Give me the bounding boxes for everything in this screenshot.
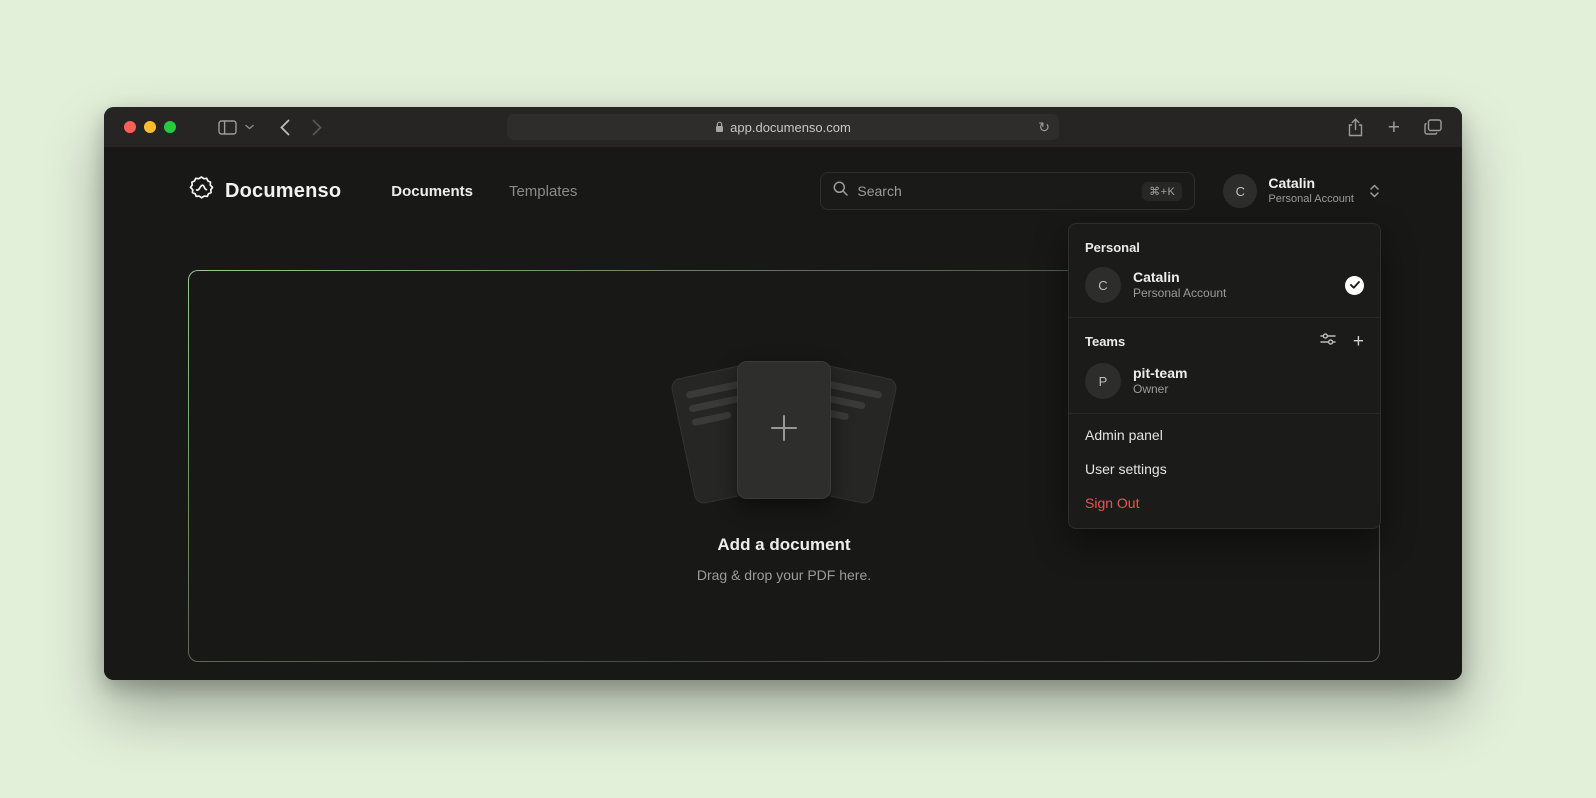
avatar: C <box>1085 267 1121 303</box>
nav-documents[interactable]: Documents <box>391 183 473 200</box>
document-card-center <box>737 361 831 499</box>
team-name: pit-team <box>1133 364 1364 382</box>
manage-teams-icon[interactable] <box>1320 332 1336 351</box>
share-icon[interactable] <box>1347 118 1364 137</box>
document-cards-illustration <box>682 361 886 501</box>
app-header: Documenso Documents Templates Search ⌘+K… <box>188 167 1380 215</box>
brand-home-link[interactable]: Documenso <box>188 175 341 207</box>
search-icon <box>833 181 848 201</box>
menu-divider <box>1069 317 1380 318</box>
app-page: Documenso Documents Templates Search ⌘+K… <box>104 147 1462 680</box>
new-tab-icon[interactable]: + <box>1388 117 1400 138</box>
browser-window: app.documenso.com ↻ + <box>104 107 1462 680</box>
minimize-window-button[interactable] <box>144 121 156 133</box>
dropzone-subtitle: Drag & drop your PDF here. <box>697 567 871 583</box>
tab-overview-icon[interactable] <box>1424 119 1442 135</box>
selected-check-icon <box>1345 276 1364 295</box>
teams-section-label: Teams <box>1085 334 1320 349</box>
window-controls <box>124 121 176 133</box>
lock-icon <box>715 121 724 133</box>
search-shortcut-badge: ⌘+K <box>1142 182 1182 201</box>
nav-templates[interactable]: Templates <box>509 183 577 200</box>
avatar: C <box>1223 174 1257 208</box>
account-menu-trigger[interactable]: C Catalin Personal Account <box>1223 174 1380 208</box>
account-name: Catalin <box>1268 175 1354 193</box>
documenso-logo-icon <box>188 175 215 207</box>
personal-account-name: Catalin <box>1133 268 1333 286</box>
close-window-button[interactable] <box>124 121 136 133</box>
back-icon[interactable] <box>280 119 290 136</box>
team-role: Owner <box>1133 382 1364 398</box>
menu-item-user-settings[interactable]: User settings <box>1069 452 1380 486</box>
team-item[interactable]: P pit-team Owner <box>1069 359 1380 411</box>
browser-titlebar: app.documenso.com ↻ + <box>104 107 1462 147</box>
address-bar[interactable]: app.documenso.com ↻ <box>507 114 1059 140</box>
sidebar-toggle-icon[interactable] <box>218 120 237 135</box>
sidebar-chevron-down-icon[interactable] <box>245 124 254 130</box>
search-input[interactable]: Search ⌘+K <box>820 172 1195 210</box>
personal-account-type: Personal Account <box>1133 286 1333 302</box>
plus-icon <box>767 411 801 450</box>
refresh-icon[interactable]: ↻ <box>1038 114 1050 140</box>
zoom-window-button[interactable] <box>164 121 176 133</box>
teams-section-header: Teams + <box>1069 322 1380 359</box>
search-placeholder: Search <box>857 183 901 199</box>
chevron-up-down-icon <box>1369 183 1380 199</box>
account-type: Personal Account <box>1268 193 1354 207</box>
menu-item-admin-panel[interactable]: Admin panel <box>1069 418 1380 452</box>
main-nav: Documents Templates <box>391 183 577 200</box>
personal-account-item[interactable]: C Catalin Personal Account <box>1069 263 1380 315</box>
dropzone-title: Add a document <box>717 535 850 555</box>
create-team-icon[interactable]: + <box>1353 332 1364 351</box>
forward-icon[interactable] <box>312 119 322 136</box>
account-dropdown-menu: Personal C Catalin Personal Account Team… <box>1068 223 1381 529</box>
menu-item-sign-out[interactable]: Sign Out <box>1069 486 1380 520</box>
brand-name: Documenso <box>225 180 341 203</box>
team-avatar: P <box>1085 363 1121 399</box>
url-text: app.documenso.com <box>730 120 851 135</box>
menu-divider <box>1069 413 1380 414</box>
titlebar-right-controls: + <box>1347 117 1442 138</box>
personal-section-label: Personal <box>1069 228 1380 263</box>
